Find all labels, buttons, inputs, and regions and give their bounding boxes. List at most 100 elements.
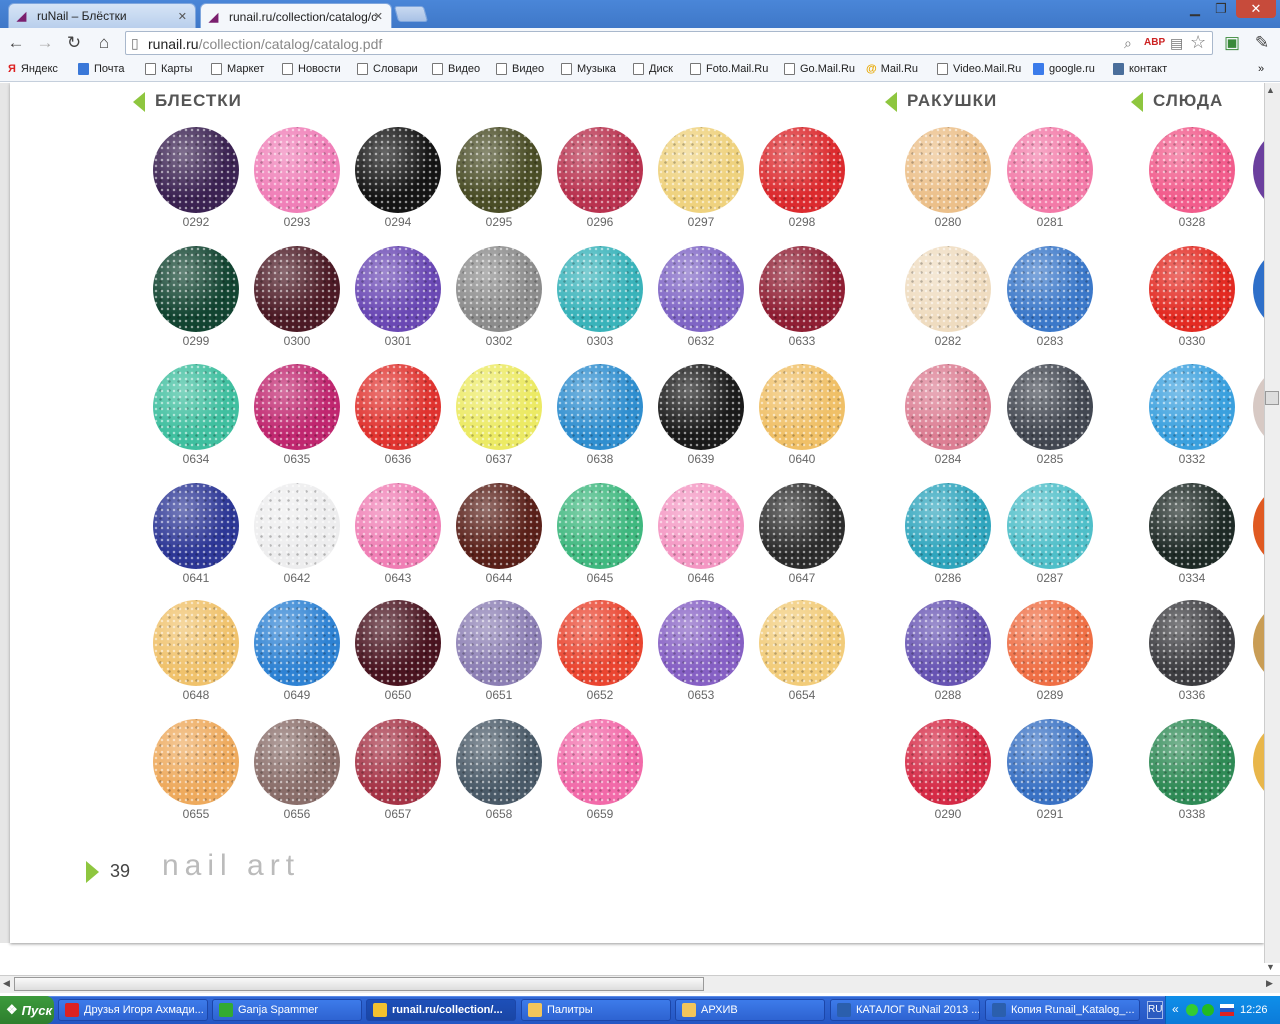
taskbar-button[interactable]: runail.ru/collection/... — [366, 999, 516, 1021]
color-swatch — [153, 600, 239, 686]
color-swatch — [153, 246, 239, 332]
bookmark-novosti[interactable]: Новости — [282, 63, 341, 75]
bookmark-label: Карты — [161, 63, 193, 75]
address-bar[interactable]: ▯ runail.ru/collection/catalog/catalog.p… — [125, 31, 1213, 55]
color-swatch — [658, 600, 744, 686]
new-tab-button[interactable] — [393, 6, 429, 22]
bookmark-foto-mail[interactable]: Foto.Mail.Ru — [690, 63, 768, 75]
scroll-right-icon[interactable]: ▶ — [1266, 978, 1273, 989]
bookmark-pochta[interactable]: Почта — [78, 63, 125, 75]
page-icon — [357, 63, 368, 75]
home-icon[interactable]: ⌂ — [92, 31, 116, 55]
taskbar-button[interactable]: Ganja Spammer — [212, 999, 362, 1021]
bookmark-video-mail[interactable]: Video.Mail.Ru — [937, 63, 1021, 75]
glitter-texture — [1149, 127, 1235, 213]
pdf-viewport[interactable]: БЛЕСТКИ 0292 0293 0294 0295 0296 0297 0298 0299 0… — [0, 83, 1264, 963]
taskbar-button[interactable]: Друзья Игоря Ахмади... — [58, 999, 208, 1021]
bookmark-star-icon[interactable]: ☆ — [1190, 32, 1206, 53]
bookmark-slovari[interactable]: Словари — [357, 63, 418, 75]
scroll-left-icon[interactable]: ◀ — [3, 978, 10, 989]
color-swatch — [1149, 364, 1235, 450]
glitter-texture — [1149, 246, 1235, 332]
glitter-texture — [355, 364, 441, 450]
tab-runail-blestki[interactable]: ◢ ruNail – Блёстки ✕ — [8, 3, 196, 28]
adblock-icon[interactable]: ABP — [1144, 37, 1165, 48]
app-icon — [373, 1003, 387, 1017]
extension-icon[interactable]: ▣ — [1220, 31, 1244, 55]
color-swatch — [759, 246, 845, 332]
bookmark-go-mail[interactable]: Go.Mail.Ru — [784, 63, 855, 75]
close-window-button[interactable]: ✕ — [1236, 0, 1276, 18]
search-icon[interactable]: ⌕ — [1124, 35, 1132, 52]
bookmark-market[interactable]: Маркет — [211, 63, 264, 75]
swatch-code: 0330 — [1178, 334, 1206, 348]
vertical-scroll-thumb[interactable] — [1265, 391, 1279, 405]
color-swatch — [1149, 600, 1235, 686]
glitter-texture — [254, 246, 340, 332]
swatch-code: 0651 — [485, 688, 513, 702]
page-icon — [496, 63, 507, 75]
color-swatch — [254, 483, 340, 569]
color-swatch — [254, 719, 340, 805]
tray-info-icon[interactable] — [1202, 1004, 1214, 1016]
at-icon: @ — [866, 63, 877, 75]
clock[interactable]: 12:26 — [1240, 1004, 1268, 1016]
bookmark-label: Яндекс — [20, 63, 58, 75]
color-swatch-partial — [1253, 483, 1264, 569]
bookmark-video-2[interactable]: Видео — [496, 63, 544, 75]
tray-check-icon[interactable] — [1186, 1004, 1198, 1016]
taskbar-button[interactable]: АРХИВ — [675, 999, 825, 1021]
bookmarks-overflow-icon[interactable]: » — [1258, 63, 1264, 75]
url-text[interactable]: runail.ru/collection/catalog/catalog.pdf — [148, 36, 382, 52]
language-indicator[interactable]: RU — [1147, 1001, 1163, 1019]
color-swatch — [658, 246, 744, 332]
taskbar-button[interactable]: Копия Runail_Katalog_... — [985, 999, 1140, 1021]
glitter-texture — [658, 364, 744, 450]
taskbar-button[interactable]: Палитры — [521, 999, 671, 1021]
page-action-icon[interactable]: ▤ — [1170, 35, 1183, 52]
glitter-texture — [905, 364, 991, 450]
reload-icon[interactable]: ↻ — [62, 31, 86, 55]
forward-arrow-icon[interactable]: → — [33, 31, 57, 55]
vertical-scrollbar[interactable] — [1264, 83, 1280, 963]
taskbar-label: КАТАЛОГ RuNail 2013 ... — [856, 1004, 980, 1016]
close-icon[interactable]: ✕ — [374, 10, 383, 23]
wrench-menu-icon[interactable]: ✎ — [1250, 31, 1274, 55]
glitter-texture — [153, 364, 239, 450]
scroll-up-icon[interactable]: ▲ — [1266, 85, 1275, 95]
swatch-code: 0284 — [934, 452, 962, 466]
bookmark-mail-ru[interactable]: @ Mail.Ru — [866, 63, 918, 75]
color-swatch — [355, 364, 441, 450]
bookmark-disk[interactable]: Диск — [633, 63, 673, 75]
start-label: Пуск — [21, 1002, 53, 1018]
color-swatch — [557, 483, 643, 569]
bookmark-kontakt[interactable]: контакт — [1113, 63, 1167, 75]
color-swatch — [1149, 719, 1235, 805]
glitter-texture — [557, 246, 643, 332]
taskbar-label: Копия Runail_Katalog_... — [1011, 1004, 1135, 1016]
swatch-code: 0658 — [485, 807, 513, 821]
glitter-texture — [1007, 719, 1093, 805]
back-arrow-icon[interactable]: ← — [4, 31, 28, 55]
bookmark-muzyka[interactable]: Музыка — [561, 63, 616, 75]
color-swatch — [905, 246, 991, 332]
glitter-texture — [905, 483, 991, 569]
close-icon[interactable]: ✕ — [178, 10, 187, 23]
taskbar-button[interactable]: КАТАЛОГ RuNail 2013 ... — [830, 999, 980, 1021]
tray-flag-icon[interactable] — [1220, 1004, 1234, 1016]
bookmark-karty[interactable]: Карты — [145, 63, 192, 75]
start-button[interactable]: ❖ Пуск — [0, 996, 54, 1024]
color-swatch — [905, 719, 991, 805]
minimize-button[interactable]: ▁ — [1182, 0, 1208, 18]
catalog-page: БЛЕСТКИ 0292 0293 0294 0295 0296 0297 0298 0299 0… — [10, 83, 1264, 943]
tab-catalog-pdf[interactable]: ◢ runail.ru/collection/catalog/c ✕ — [200, 3, 392, 29]
bookmark-yandex[interactable]: Я Яндекс — [8, 63, 58, 75]
color-swatch — [905, 364, 991, 450]
tray-expand-icon[interactable]: « — [1172, 1002, 1179, 1016]
horizontal-scroll-thumb[interactable] — [14, 977, 704, 991]
bookmark-video[interactable]: Видео — [432, 63, 480, 75]
bookmark-google[interactable]: google.ru — [1033, 63, 1095, 75]
maximize-button[interactable]: ❐ — [1208, 0, 1234, 18]
swatch-code: 0303 — [586, 334, 614, 348]
scroll-down-icon[interactable]: ▼ — [1266, 962, 1275, 972]
